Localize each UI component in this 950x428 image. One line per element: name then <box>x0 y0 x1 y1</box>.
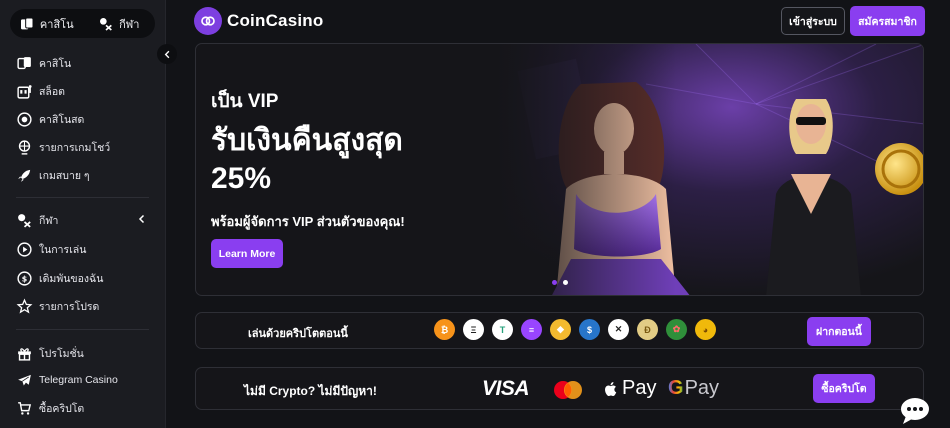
crypto-label: เล่นด้วยคริปโตตอนนี้ <box>248 328 348 340</box>
sidebar-item-game-shows[interactable]: รายการเกมโชว์ <box>16 136 150 158</box>
switch-sports-label: กีฬา <box>119 18 140 31</box>
sidebar: คาสิโน กีฬา คาสิโน สล็อต คาสิโนสด รายการ… <box>0 0 166 428</box>
sidebar-item-label: Telegram Casino <box>39 374 118 386</box>
hero-subtitle: พร้อมผู้จัดการ VIP ส่วนตัวของคุณ! <box>211 214 405 229</box>
apple-pay-logo: Pay <box>602 377 656 400</box>
google-pay-text: Pay <box>684 377 720 399</box>
cards-icon <box>20 17 34 29</box>
sidebar-item-label: ซื้อคริปโต <box>39 402 85 415</box>
hero-title-line2: 25% <box>211 162 272 195</box>
sidebar-divider <box>16 197 149 198</box>
casino-app: คาสิโน กีฬา คาสิโน สล็อต คาสิโนสด รายการ… <box>0 0 950 428</box>
slot-machine-icon <box>17 84 32 99</box>
carousel-dot-2[interactable] <box>563 280 568 285</box>
star-icon <box>16 298 33 314</box>
live-chip-icon <box>17 111 32 127</box>
switch-casino[interactable]: คาสิโน <box>10 9 83 38</box>
visa-logo: VISA <box>482 377 530 400</box>
sidebar-item-my-bets[interactable]: $ เดิมพันของฉัน <box>16 267 150 289</box>
sidebar-item-sports[interactable]: กีฬา <box>16 209 150 231</box>
doge-meme-icon: ◕ <box>695 319 716 340</box>
hero-kicker: เป็น VIP <box>211 91 279 112</box>
solana-icon: ≡ <box>521 319 542 340</box>
sports-icon <box>100 17 112 31</box>
chat-bubble-icon[interactable] <box>898 394 932 428</box>
bnb-icon: ◆ <box>550 319 571 340</box>
rose-token-icon: ✿ <box>666 319 687 340</box>
gift-icon <box>18 347 31 361</box>
signup-button[interactable]: สมัครสมาชิก <box>850 6 925 36</box>
crypto-payment-bar: เล่นด้วยคริปโตตอนนี้ ₿ Ξ T ≡ ◆ $ ✕ Ð ✿ ◕… <box>195 312 924 349</box>
sidebar-item-buy-crypto[interactable]: ซื้อคริปโต <box>16 397 150 419</box>
fiat-payment-bar: ไม่มี Crypto? ไม่มีปัญหา! VISA Pay G Pay… <box>195 367 924 410</box>
hero-title-line1: รับเงินคืนสูงสุด <box>211 124 403 157</box>
chevron-left-icon <box>164 50 169 58</box>
telegram-icon <box>18 374 31 385</box>
sidebar-item-in-play[interactable]: ในการเล่น <box>16 238 150 260</box>
sidebar-item-telegram[interactable]: Telegram Casino <box>16 369 150 391</box>
deposit-now-button[interactable]: ฝากตอนนี้ <box>807 317 871 346</box>
sidebar-item-label: เดิมพันของฉัน <box>39 272 104 285</box>
game-show-icon <box>18 139 31 155</box>
crypto-coin-list: ₿ Ξ T ≡ ◆ $ ✕ Ð ✿ ◕ <box>434 319 716 340</box>
switch-sports[interactable]: กีฬา <box>83 9 156 38</box>
switch-casino-label: คาสิโน <box>39 18 74 31</box>
sports-icon <box>18 213 31 228</box>
coin-bet-icon: $ <box>17 270 32 286</box>
carousel-dots <box>552 280 568 285</box>
sidebar-item-label: โปรโมชั่น <box>39 347 84 360</box>
sidebar-item-favorites[interactable]: รายการโปรด <box>16 295 150 317</box>
mastercard-icon <box>554 381 582 399</box>
google-pay-logo: G Pay <box>668 377 719 400</box>
logo-text: CoinCasino <box>227 11 324 30</box>
dogecoin-icon: Ð <box>637 319 658 340</box>
sidebar-item-label: คาสิโนสด <box>39 113 85 126</box>
sidebar-item-label: รายการโปรด <box>39 300 100 313</box>
sidebar-item-casino[interactable]: คาสิโน <box>16 52 150 74</box>
carousel-dot-1[interactable] <box>552 280 557 285</box>
usd-coin-icon: $ <box>579 319 600 340</box>
sidebar-item-casual-games[interactable]: เกมสบาย ๆ <box>16 164 150 186</box>
category-switch: คาสิโน กีฬา <box>10 9 155 38</box>
rocket-icon <box>18 169 31 182</box>
fiat-label: ไม่มี Crypto? ไม่มีปัญหา! <box>244 384 377 398</box>
sidebar-item-label: รายการเกมโชว์ <box>39 141 111 154</box>
vip-hero-banner[interactable]: เป็น VIP รับเงินคืนสูงสุด 25% พร้อมผู้จั… <box>195 43 924 296</box>
sidebar-item-label: เกมสบาย ๆ <box>39 169 90 182</box>
play-circle-icon <box>17 241 32 257</box>
chevron-left-icon[interactable] <box>136 213 148 225</box>
tether-icon: T <box>492 319 513 340</box>
sidebar-collapse-button[interactable] <box>157 44 177 64</box>
sidebar-item-label: คาสิโน <box>39 57 72 70</box>
sidebar-item-label: กีฬา <box>39 214 59 227</box>
hero-fade <box>496 44 676 295</box>
apple-pay-text: Pay <box>622 377 657 399</box>
apple-icon <box>605 381 617 396</box>
cards-icon <box>17 56 31 69</box>
google-g-icon: G <box>668 377 684 399</box>
svg-text:$: $ <box>22 274 27 283</box>
bitcoin-icon: ₿ <box>434 319 455 340</box>
buy-crypto-button[interactable]: ซื้อคริปโต <box>813 374 875 403</box>
sidebar-divider <box>16 329 149 330</box>
sidebar-item-promotions[interactable]: โปรโมชั่น <box>16 342 150 364</box>
sidebar-item-label: ในการเล่น <box>39 243 87 256</box>
top-header: CoinCasino เข้าสู่ระบบ สมัครสมาชิก <box>166 0 950 42</box>
ethereum-icon: Ξ <box>463 319 484 340</box>
sidebar-item-slots[interactable]: สล็อต <box>16 80 150 102</box>
logo[interactable]: CoinCasino <box>194 7 323 35</box>
sidebar-item-live-casino[interactable]: คาสิโนสด <box>16 108 150 130</box>
logo-icon <box>194 7 222 35</box>
learn-more-button[interactable]: Learn More <box>211 239 283 268</box>
sidebar-item-label: สล็อต <box>39 85 65 98</box>
xrp-icon: ✕ <box>608 319 629 340</box>
buy-crypto-icon <box>18 401 32 415</box>
hero-title: รับเงินคืนสูงสุด 25% <box>211 122 511 198</box>
login-button[interactable]: เข้าสู่ระบบ <box>781 7 845 35</box>
